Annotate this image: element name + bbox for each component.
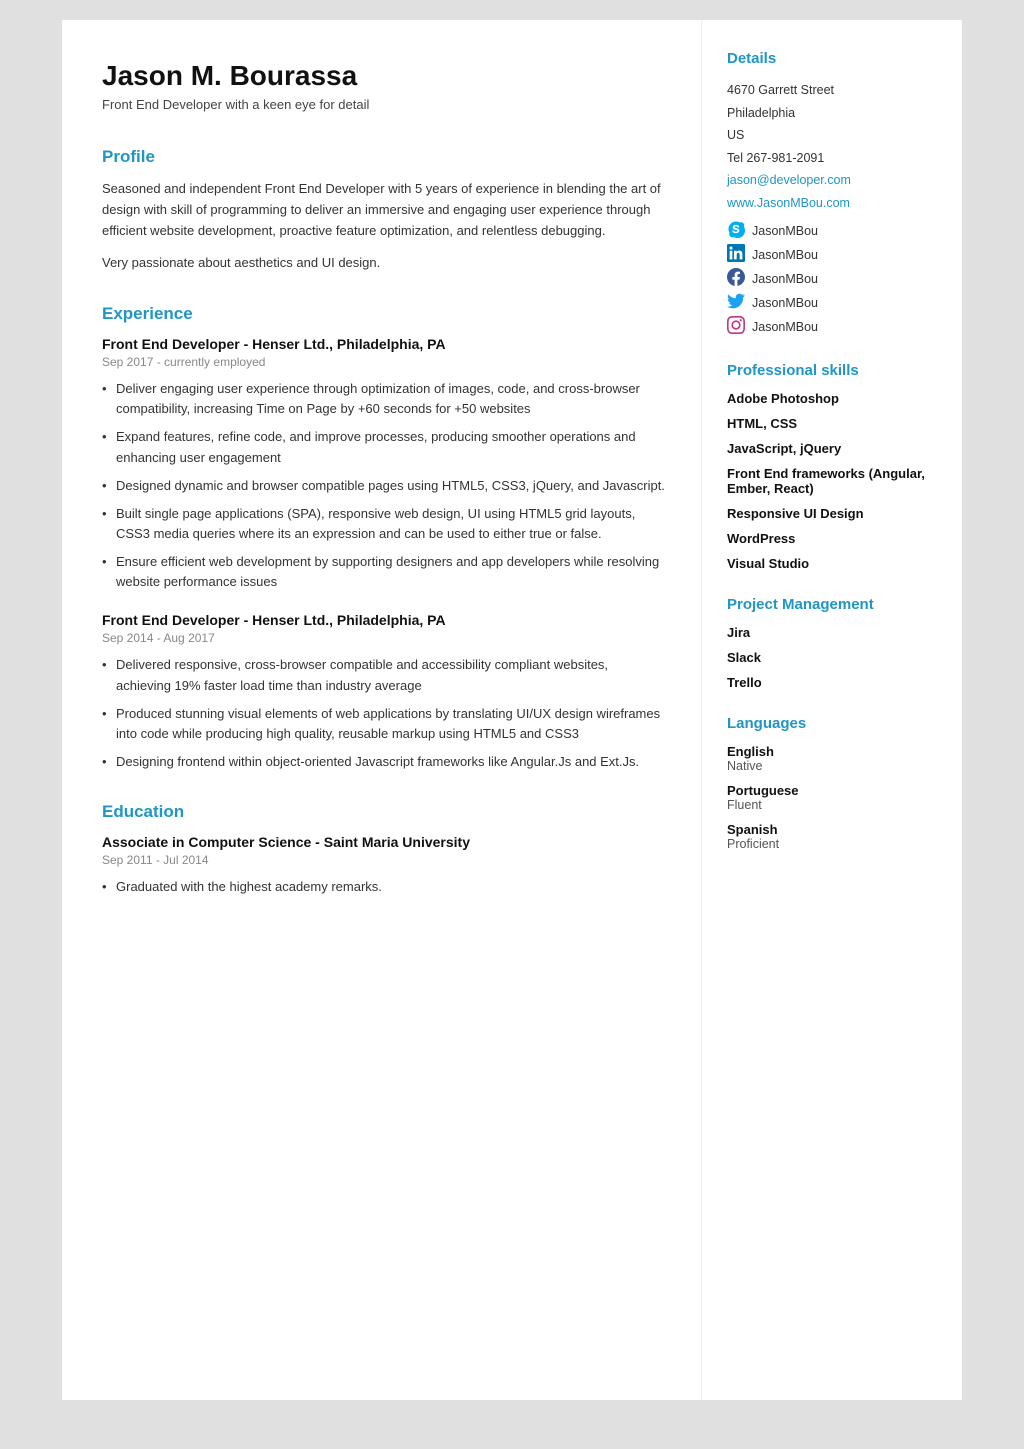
skype-icon [727, 220, 745, 241]
profile-paragraph-1: Seasoned and independent Front End Devel… [102, 179, 666, 241]
professional-skills-title: Professional skills [727, 362, 937, 379]
bullet-item: Designing frontend within object-oriente… [102, 752, 666, 772]
social-row-facebook: JasonMBou [727, 268, 937, 289]
job-block-2: Front End Developer - Henser Ltd., Phila… [102, 612, 666, 772]
job-block-1: Front End Developer - Henser Ltd., Phila… [102, 336, 666, 592]
main-column: Jason M. Bourassa Front End Developer wi… [62, 20, 702, 1400]
address-line2: Philadelphia [727, 102, 937, 125]
edu-title-1: Associate in Computer Science - Saint Ma… [102, 834, 666, 850]
skype-handle: JasonMBou [752, 224, 818, 238]
edu-bullet-item: Graduated with the highest academy remar… [102, 877, 666, 897]
languages-list: EnglishNative PortugueseFluent SpanishProf… [727, 744, 937, 851]
linkedin-icon [727, 244, 745, 265]
job-bullets-1: Deliver engaging user experience through… [102, 379, 666, 592]
bullet-item: Designed dynamic and browser compatible … [102, 476, 666, 496]
skill-item: Front End frameworks (Angular, Ember, Re… [727, 466, 937, 496]
tool-item: Jira [727, 625, 937, 640]
linkedin-handle: JasonMBou [752, 248, 818, 262]
tools-list: Jira Slack Trello [727, 625, 937, 690]
job-title-2: Front End Developer - Henser Ltd., Phila… [102, 612, 666, 628]
website-link[interactable]: www.JasonMBou.com [727, 192, 937, 215]
social-row-skype: JasonMBou [727, 220, 937, 241]
profile-paragraph-2: Very passionate about aesthetics and UI … [102, 253, 666, 274]
job-bullets-2: Delivered responsive, cross-browser comp… [102, 655, 666, 772]
address-line3: US [727, 124, 937, 147]
education-section-title: Education [102, 802, 666, 822]
profile-section-title: Profile [102, 147, 666, 167]
address-line1: 4670 Garrett Street [727, 79, 937, 102]
edu-bullets-1: Graduated with the highest academy remar… [102, 877, 666, 897]
skills-list: Adobe Photoshop HTML, CSS JavaScript, jQue… [727, 391, 937, 571]
skill-item: JavaScript, jQuery [727, 441, 937, 456]
education-block-1: Associate in Computer Science - Saint Ma… [102, 834, 666, 897]
skill-item: WordPress [727, 531, 937, 546]
skill-item: HTML, CSS [727, 416, 937, 431]
email-link[interactable]: jason@developer.com [727, 169, 937, 192]
language-name: English [727, 744, 937, 759]
socials-list: JasonMBou JasonMBou JasonMBou JasonMBou Jaso… [727, 220, 937, 337]
resume-container: Jason M. Bourassa Front End Developer wi… [62, 20, 962, 1400]
tool-item: Trello [727, 675, 937, 690]
edu-dates-1: Sep 2011 - Jul 2014 [102, 853, 666, 867]
bullet-item: Delivered responsive, cross-browser comp… [102, 655, 666, 695]
social-row-linkedin: JasonMBou [727, 244, 937, 265]
skill-item: Responsive UI Design [727, 506, 937, 521]
social-row-instagram: JasonMBou [727, 316, 937, 337]
side-column: Details 4670 Garrett Street Philadelphia… [702, 20, 962, 1400]
job-title-1: Front End Developer - Henser Ltd., Phila… [102, 336, 666, 352]
candidate-tagline: Front End Developer with a keen eye for … [102, 97, 666, 112]
facebook-handle: JasonMBou [752, 272, 818, 286]
facebook-icon [727, 268, 745, 289]
languages-title: Languages [727, 715, 937, 732]
candidate-name: Jason M. Bourassa [102, 60, 666, 92]
bullet-item: Ensure efficient web development by supp… [102, 552, 666, 592]
job-dates-2: Sep 2014 - Aug 2017 [102, 631, 666, 645]
twitter-icon [727, 292, 745, 313]
instagram-icon [727, 316, 745, 337]
bullet-item: Deliver engaging user experience through… [102, 379, 666, 419]
instagram-handle: JasonMBou [752, 320, 818, 334]
details-section-title: Details [727, 50, 937, 67]
bullet-item: Built single page applications (SPA), re… [102, 504, 666, 544]
language-level: Native [727, 759, 937, 773]
skill-item: Visual Studio [727, 556, 937, 571]
social-row-twitter: JasonMBou [727, 292, 937, 313]
language-level: Proficient [727, 837, 937, 851]
tel: Tel 267-981-2091 [727, 147, 937, 170]
twitter-handle: JasonMBou [752, 296, 818, 310]
project-management-title: Project Management [727, 596, 937, 613]
language-level: Fluent [727, 798, 937, 812]
language-name: Portuguese [727, 783, 937, 798]
skill-item: Adobe Photoshop [727, 391, 937, 406]
job-dates-1: Sep 2017 - currently employed [102, 355, 666, 369]
language-name: Spanish [727, 822, 937, 837]
experience-section-title: Experience [102, 304, 666, 324]
bullet-item: Produced stunning visual elements of web… [102, 704, 666, 744]
bullet-item: Expand features, refine code, and improv… [102, 427, 666, 467]
tool-item: Slack [727, 650, 937, 665]
